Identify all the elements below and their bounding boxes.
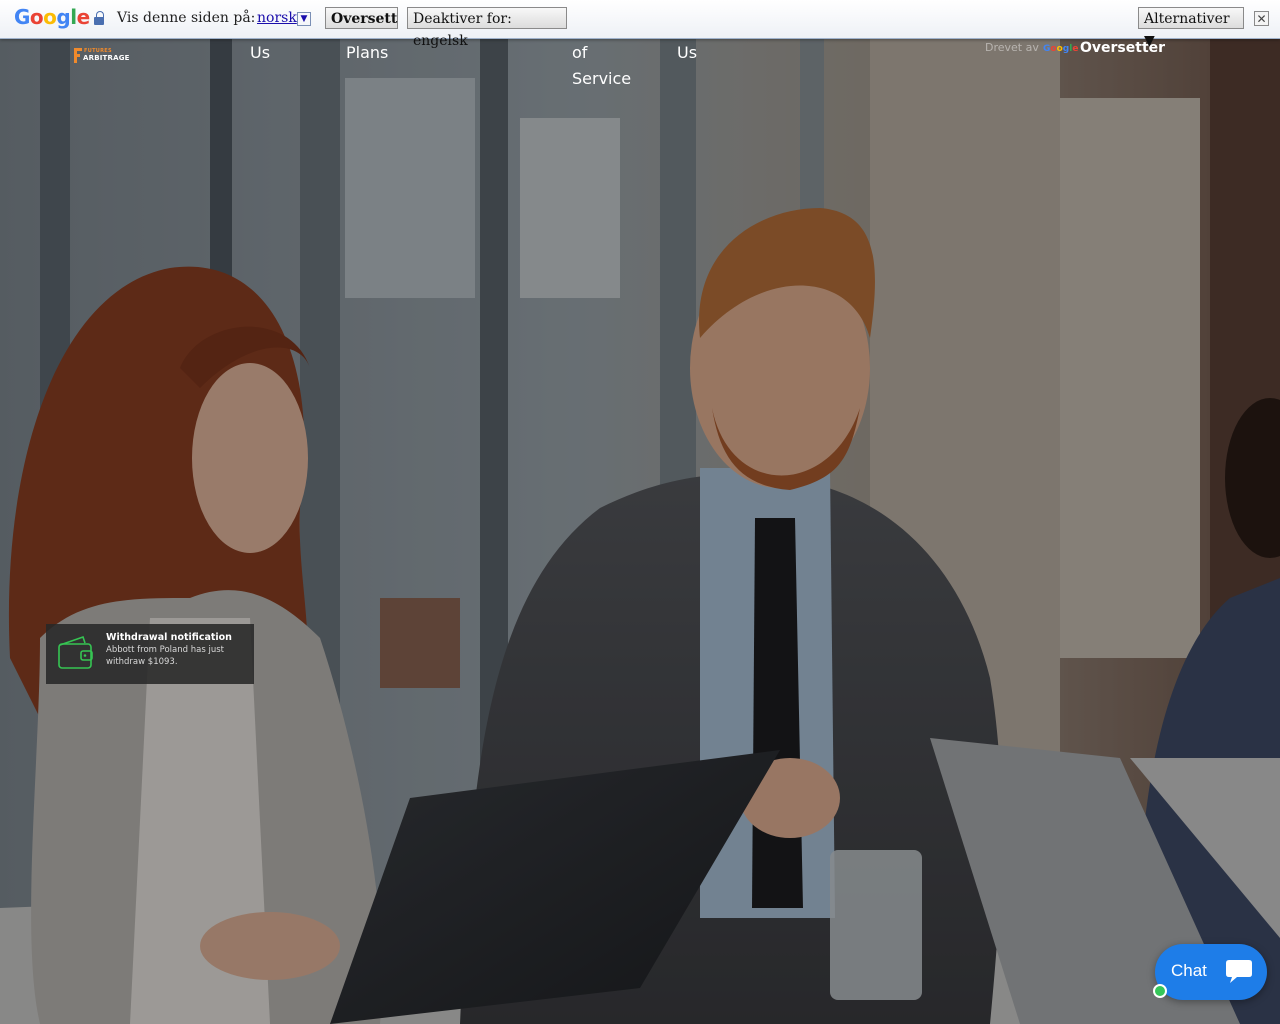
google-small-logo: Google xyxy=(1043,44,1079,54)
logo-mark-icon xyxy=(74,48,82,63)
translate-bar: Google Vis denne siden på: norsk ▼ Overs… xyxy=(0,0,1280,49)
disable-translate-button[interactable]: Deaktiver for: engelsk xyxy=(407,7,567,49)
chat-label: Chat xyxy=(1171,961,1207,980)
hero-image xyxy=(0,38,1280,1024)
withdrawal-notification: Withdrawal notification Abbott from Pola… xyxy=(46,624,254,684)
translate-prompt: Vis denne siden på: xyxy=(117,10,256,26)
nav-plans[interactable]: Plans xyxy=(346,40,388,66)
nav-terms-of-service[interactable]: of Service xyxy=(572,40,631,92)
chat-button[interactable]: Chat xyxy=(1155,944,1267,1000)
logo-bottom-text: ARBITRAGE xyxy=(83,54,130,62)
translate-button[interactable]: Oversett xyxy=(325,7,398,29)
site-logo[interactable]: FUTURES ARBITRAGE xyxy=(74,47,134,65)
notification-title: Withdrawal notification xyxy=(106,632,232,643)
notification-body: Abbott from Poland has just withdraw $10… xyxy=(106,645,224,667)
hero-background xyxy=(0,38,1280,1024)
language-dropdown-icon[interactable]: ▼ xyxy=(297,12,311,26)
powered-by-label: Drevet av xyxy=(985,41,1039,54)
wallet-icon xyxy=(58,635,93,669)
lock-icon xyxy=(94,11,104,25)
nav-contact-us[interactable]: Us xyxy=(677,40,697,66)
close-icon[interactable]: ✕ xyxy=(1254,11,1269,26)
online-status-indicator xyxy=(1153,984,1167,998)
chat-bubble-icon xyxy=(1226,960,1252,983)
options-button[interactable]: Alternativer ▼ xyxy=(1138,7,1244,49)
google-logo: Google xyxy=(14,5,90,29)
nav-about-us[interactable]: Us xyxy=(250,40,270,66)
language-link[interactable]: norsk xyxy=(257,10,297,26)
